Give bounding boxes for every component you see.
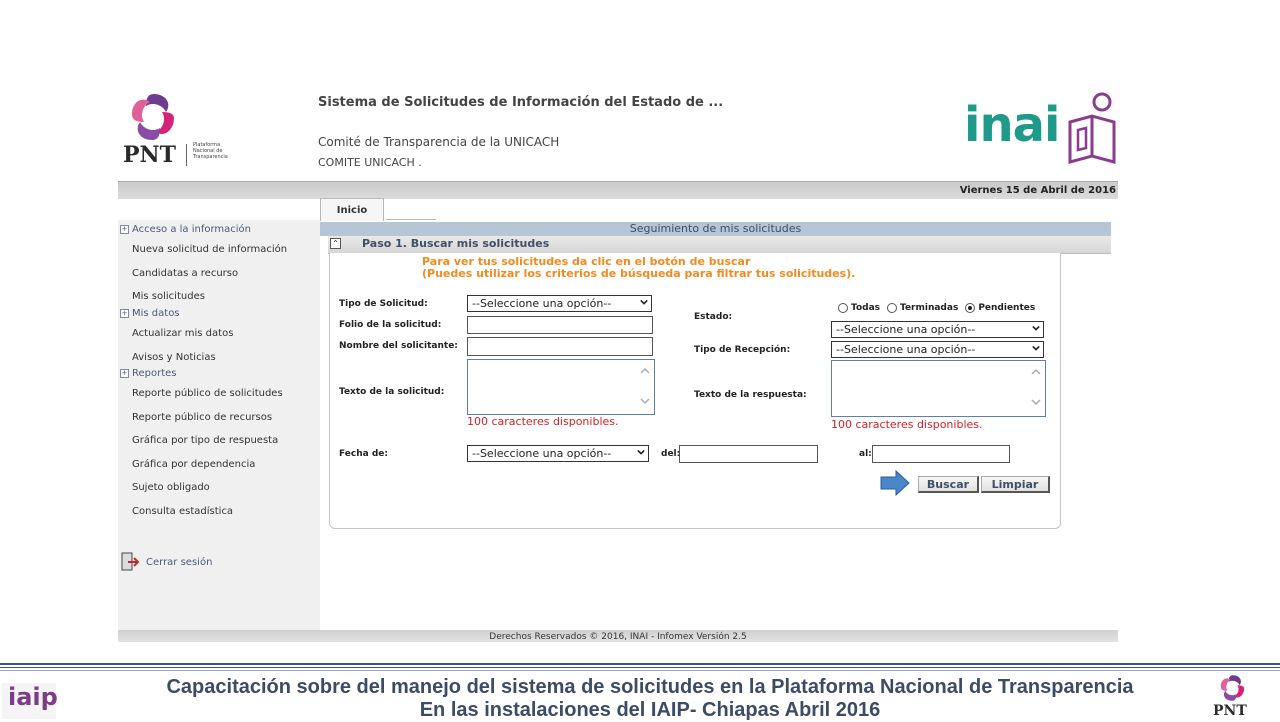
tipo-recepcion-label: Tipo de Recepción: bbox=[694, 345, 791, 355]
sidebar-section-label: Acceso a la información bbox=[132, 224, 252, 235]
sidebar-item-candidatas-recurso[interactable]: Candidatas a recurso bbox=[132, 268, 238, 279]
nombre-input[interactable] bbox=[467, 337, 653, 356]
tipo-recepcion-select[interactable]: --Seleccione una opción-- bbox=[831, 341, 1044, 358]
inai-logo-icon bbox=[1068, 92, 1116, 164]
sidebar-section-mis-datos[interactable]: + Mis datos bbox=[120, 308, 180, 319]
estado-label: Estado: bbox=[694, 312, 733, 322]
pnt-logo-divider bbox=[186, 144, 187, 166]
texto-solicitud-textarea[interactable] bbox=[467, 359, 655, 415]
texto-respuesta-textarea[interactable] bbox=[831, 360, 1046, 417]
expand-icon: + bbox=[120, 309, 129, 318]
current-date: Viernes 15 de Abril de 2016 bbox=[959, 185, 1116, 196]
system-title: Sistema de Solicitudes de Información de… bbox=[318, 95, 724, 110]
chevron-down-icon bbox=[637, 449, 645, 455]
estado-select[interactable]: --Seleccione una opción-- bbox=[831, 321, 1044, 338]
fecha-select[interactable]: --Seleccione una opción-- bbox=[467, 445, 649, 462]
chevron-down-icon bbox=[1032, 325, 1040, 331]
radio-terminadas[interactable] bbox=[887, 303, 897, 313]
fecha-value: --Seleccione una opción-- bbox=[472, 447, 612, 460]
panel-title: Seguimiento de mis solicitudes bbox=[320, 222, 1111, 236]
tipo-solicitud-select[interactable]: --Seleccione una opción-- bbox=[467, 295, 652, 312]
slide-footer-subtitle: En las instalaciones del IAIP- Chiapas A… bbox=[419, 699, 881, 721]
sidebar-item-nueva-solicitud[interactable]: Nueva solicitud de información bbox=[132, 244, 287, 255]
chevron-down-icon bbox=[640, 299, 648, 305]
fecha-al-label: al: bbox=[859, 449, 872, 459]
texto-solicitud-chars: 100 caracteres disponibles. bbox=[467, 415, 619, 428]
expand-icon: + bbox=[120, 369, 129, 378]
sidebar-item-grafica-tipo-respuesta[interactable]: Gráfica por tipo de respuesta bbox=[132, 435, 278, 446]
logout-label: Cerrar sesión bbox=[146, 556, 213, 568]
iaip-logo: iaip bbox=[2, 683, 58, 719]
fecha-del-input[interactable] bbox=[679, 445, 818, 463]
nombre-label: Nombre del solicitante: bbox=[339, 341, 458, 351]
pnt-footer-logo-text: PNT bbox=[1213, 703, 1247, 719]
tipo-solicitud-label: Tipo de Solicitud: bbox=[339, 299, 428, 309]
tipo-solicitud-value: --Seleccione una opción-- bbox=[472, 297, 612, 310]
sidebar-section-acceso[interactable]: + Acceso a la información bbox=[120, 224, 251, 235]
search-form: Para ver tus solicitudes da clic en el b… bbox=[329, 253, 1061, 529]
fecha-del-label: del: bbox=[661, 449, 681, 459]
chevron-down-icon bbox=[1032, 345, 1040, 351]
radio-todas[interactable] bbox=[838, 303, 848, 313]
sidebar-section-reportes[interactable]: + Reportes bbox=[120, 368, 177, 379]
sidebar-section-label: Mis datos bbox=[132, 308, 180, 319]
clear-button[interactable]: Limpiar bbox=[981, 476, 1050, 493]
estado-radio-group: Todas Terminadas Pendientes bbox=[838, 303, 1035, 313]
folio-label: Folio de la solicitud: bbox=[339, 320, 442, 330]
arrow-right-icon bbox=[880, 470, 910, 496]
sidebar-item-mis-solicitudes[interactable]: Mis solicitudes bbox=[132, 291, 205, 302]
hint-line-2: (Puedes utilizar los criterios de búsque… bbox=[422, 267, 856, 280]
tab-empty bbox=[386, 216, 436, 220]
tab-inicio[interactable]: Inicio bbox=[320, 198, 384, 221]
iaip-logo-text: iaip bbox=[8, 683, 58, 711]
pnt-logo-text: PNT bbox=[123, 142, 177, 168]
sidebar-item-actualizar-datos[interactable]: Actualizar mis datos bbox=[132, 328, 233, 339]
sidebar-item-avisos-noticias[interactable]: Avisos y Noticias bbox=[132, 352, 216, 363]
estado-value: --Seleccione una opción-- bbox=[836, 323, 976, 336]
scroll-arrows-icon[interactable] bbox=[640, 366, 650, 410]
pnt-logo-icon bbox=[132, 94, 174, 140]
sidebar-item-reporte-solicitudes[interactable]: Reporte público de solicitudes bbox=[132, 388, 283, 399]
slide-divider-lines bbox=[0, 663, 1280, 671]
collapse-icon[interactable]: ⌃ bbox=[330, 238, 341, 249]
fecha-al-input[interactable] bbox=[872, 445, 1010, 463]
sidebar-item-sujeto-obligado[interactable]: Sujeto obligado bbox=[132, 482, 210, 493]
committee-short: COMITE UNICACH . bbox=[318, 156, 422, 169]
radio-terminadas-label: Terminadas bbox=[900, 303, 959, 313]
copyright-bar: Derechos Reservados © 2016, INAI - Infom… bbox=[118, 630, 1118, 642]
pnt-footer-logo-icon bbox=[1220, 675, 1245, 701]
app-header: PNT Plataforma Nacional de Transparencia… bbox=[118, 80, 1118, 182]
radio-pendientes-label: Pendientes bbox=[978, 303, 1036, 313]
tipo-recepcion-value: --Seleccione una opción-- bbox=[836, 343, 976, 356]
sidebar-section-label: Reportes bbox=[132, 368, 177, 379]
sidebar-item-grafica-dependencia[interactable]: Gráfica por dependencia bbox=[132, 459, 255, 470]
texto-solicitud-label: Texto de la solicitud: bbox=[339, 387, 445, 397]
slide-footer-title: Capacitación sobre del manejo del sistem… bbox=[166, 676, 1134, 698]
step-title: Paso 1. Buscar mis solicitudes bbox=[362, 237, 550, 250]
inai-logo-text: inai bbox=[964, 97, 1060, 153]
sidebar-item-reporte-recursos[interactable]: Reporte público de recursos bbox=[132, 412, 272, 423]
radio-todas-label: Todas bbox=[851, 303, 880, 313]
logout-icon bbox=[121, 552, 140, 571]
scroll-arrows-icon[interactable] bbox=[1031, 367, 1041, 411]
folio-input[interactable] bbox=[467, 316, 653, 334]
texto-respuesta-chars: 100 caracteres disponibles. bbox=[831, 418, 983, 431]
pnt-logo-subtitle: Plataforma Nacional de Transparencia bbox=[193, 142, 228, 160]
logout-link[interactable]: Cerrar sesión bbox=[120, 552, 212, 572]
sidebar-item-consulta-estadistica[interactable]: Consulta estadística bbox=[132, 506, 233, 517]
texto-respuesta-label: Texto de la respuesta: bbox=[694, 390, 807, 400]
committee-name: Comité de Transparencia de la UNICACH bbox=[318, 135, 560, 149]
step-header[interactable]: ⌃ Paso 1. Buscar mis solicitudes bbox=[328, 236, 1111, 254]
expand-icon: + bbox=[120, 225, 129, 234]
fecha-label: Fecha de: bbox=[339, 449, 388, 459]
radio-pendientes[interactable] bbox=[965, 303, 976, 313]
date-bar: Viernes 15 de Abril de 2016 bbox=[118, 181, 1118, 199]
search-button[interactable]: Buscar bbox=[918, 476, 979, 493]
